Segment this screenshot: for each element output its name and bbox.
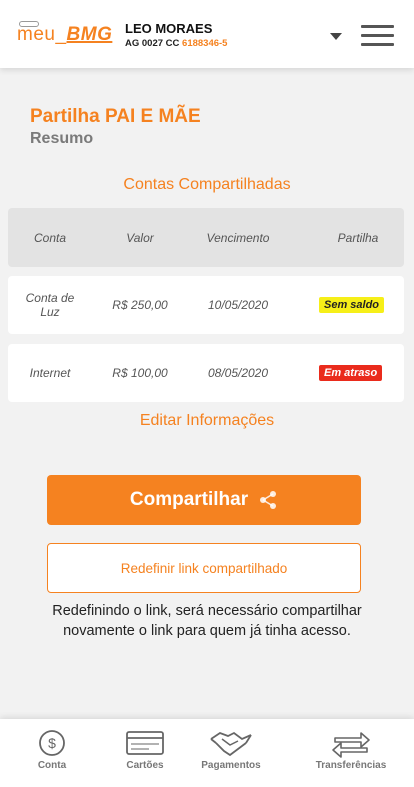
svg-text:$: $	[48, 735, 56, 751]
cell-vencimento: 08/05/2020	[207, 366, 269, 380]
header-vencimento: Vencimento	[206, 231, 270, 245]
cell-vencimento: 10/05/2020	[207, 298, 269, 312]
cell-conta: Conta de Luz	[25, 291, 75, 319]
table-row[interactable]: Conta de Luz R$ 250,00 10/05/2020 Sem sa…	[8, 276, 404, 334]
account-info: AG 0027 CC 6188346-5	[125, 38, 227, 49]
page-title: Partilha PAI E MÃE	[30, 106, 201, 127]
transfer-arrows-icon	[332, 732, 370, 758]
hamburger-menu-icon[interactable]	[361, 25, 394, 47]
nav-label: Pagamentos	[201, 760, 261, 771]
agency-label: AG 0027 CC	[125, 38, 180, 49]
status-badge: Em atraso	[319, 365, 383, 381]
nav-item-conta[interactable]: $ Conta	[2, 719, 102, 787]
bottom-nav: $ Conta Cartões Pagamentos Transferência…	[0, 719, 414, 787]
share-icon	[260, 491, 277, 509]
nav-item-cartoes[interactable]: Cartões	[95, 719, 195, 787]
share-button-label: Compartilhar	[129, 489, 249, 510]
dollar-circle-icon: $	[39, 730, 65, 756]
table-row[interactable]: Internet R$ 100,00 08/05/2020 Em atraso	[8, 344, 404, 402]
nav-item-transferencias[interactable]: Transferências	[301, 719, 401, 787]
handshake-icon	[210, 731, 252, 757]
header-valor: Valor	[126, 231, 154, 245]
cell-conta: Internet	[29, 366, 71, 380]
app-logo: meu_BMG	[17, 24, 113, 45]
status-badge: Sem saldo	[319, 297, 385, 313]
nav-item-pagamentos[interactable]: Pagamentos	[181, 719, 281, 787]
header-partilha: Partilha	[337, 231, 379, 245]
share-button[interactable]: Compartilhar	[47, 475, 361, 525]
nav-label: Transferências	[315, 760, 387, 771]
top-bar: meu_BMG LEO MORAES AG 0027 CC 6188346-5	[0, 0, 414, 68]
table-header: Conta Valor Vencimento Partilha	[8, 208, 404, 267]
cell-valor: R$ 100,00	[112, 366, 168, 380]
section-title: Contas Compartilhadas	[123, 176, 291, 193]
nav-label: Cartões	[126, 760, 164, 771]
header-conta: Conta	[33, 231, 67, 245]
nav-label: Conta	[37, 760, 67, 771]
user-name: LEO MORAES	[125, 21, 213, 36]
reset-notice: Redefinindo o link, será necessário comp…	[52, 603, 362, 639]
account-number: 6188346-5	[182, 38, 228, 49]
edit-info-link[interactable]: Editar Informações	[0, 412, 414, 430]
cell-valor: R$ 250,00	[112, 298, 168, 312]
reset-link-button[interactable]: Redefinir link compartilhado	[47, 543, 361, 593]
page-subtitle: Resumo	[30, 130, 94, 147]
card-icon	[126, 731, 164, 755]
chevron-down-icon[interactable]	[330, 33, 342, 40]
